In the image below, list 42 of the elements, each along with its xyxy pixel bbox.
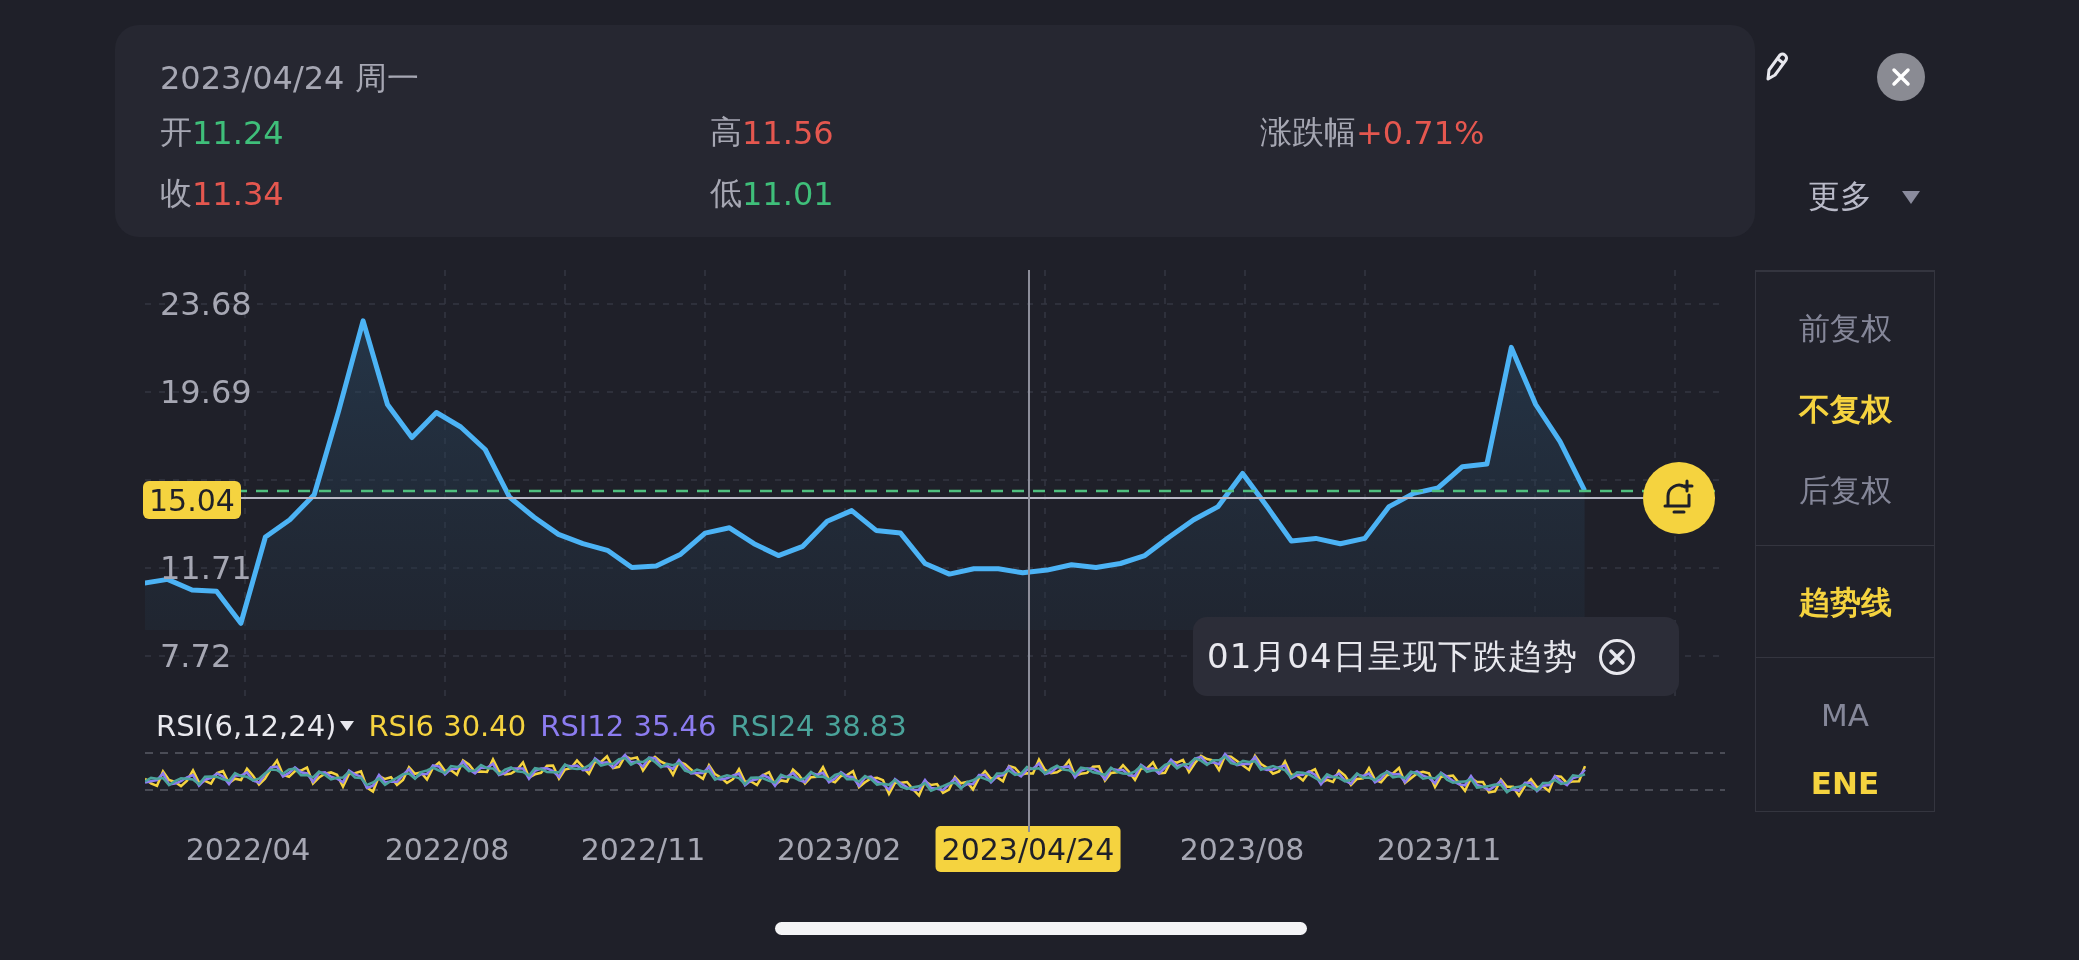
axis-label: 19.69: [160, 372, 252, 411]
more-dropdown[interactable]: 更多: [1755, 124, 1926, 270]
menu-item[interactable]: MA: [1811, 674, 1879, 755]
trend-text: 01月04日呈现下跌趋势: [1207, 634, 1578, 678]
close-icon: [1891, 67, 1911, 87]
date-label: 2023/02: [775, 830, 903, 869]
quote-value: 11.34: [192, 175, 284, 213]
menu-item[interactable]: 前复权: [1788, 288, 1902, 369]
quote-value: 11.56: [742, 114, 834, 152]
close-button[interactable]: [1597, 637, 1636, 676]
date-label: 2022/04: [184, 830, 312, 869]
rsi-reading: RSI12 35.46: [540, 709, 717, 743]
quote-value: 11.24: [192, 114, 284, 152]
quote-label: 开: [160, 112, 192, 153]
close-icon: [1597, 637, 1636, 676]
axis-label: 23.68: [160, 284, 252, 323]
menu-item[interactable]: 趋势线: [1788, 562, 1902, 643]
date-label: 2022/11: [579, 830, 707, 869]
close-button[interactable]: [1877, 53, 1925, 101]
quote-label: 涨跌幅: [1260, 112, 1356, 153]
menu-item[interactable]: ENE: [1800, 755, 1890, 811]
axis-label: 7.72: [160, 636, 232, 675]
date-text: 2023/04/24 周一: [160, 57, 419, 99]
quote-value: 11.01: [742, 175, 834, 213]
axis-label: 11.71: [160, 548, 252, 587]
quote-label: 高: [710, 112, 742, 153]
quote-label: 收: [160, 173, 192, 214]
rsi-reading: RSI6 30.40: [368, 709, 527, 743]
quote-label: 低: [710, 173, 742, 214]
menu-item[interactable]: 后复权: [1788, 450, 1902, 531]
quote-value: +0.71%: [1356, 114, 1485, 152]
date-label: 2023/04/24: [935, 826, 1121, 872]
caret-icon: [1902, 190, 1920, 204]
caret-icon: [340, 721, 355, 731]
menu-item[interactable]: 不复权: [1788, 369, 1902, 450]
date-label: 2023/08: [1178, 830, 1306, 869]
date-label: 2023/11: [1375, 830, 1503, 869]
rsi-reading: RSI24 38.83: [730, 709, 907, 743]
indicator-selector[interactable]: RSI(6,12,24): [156, 709, 355, 743]
date-label: 2022/08: [383, 830, 511, 869]
pencil-icon[interactable]: [1765, 50, 1789, 82]
price-tag: 15.04: [143, 481, 241, 519]
